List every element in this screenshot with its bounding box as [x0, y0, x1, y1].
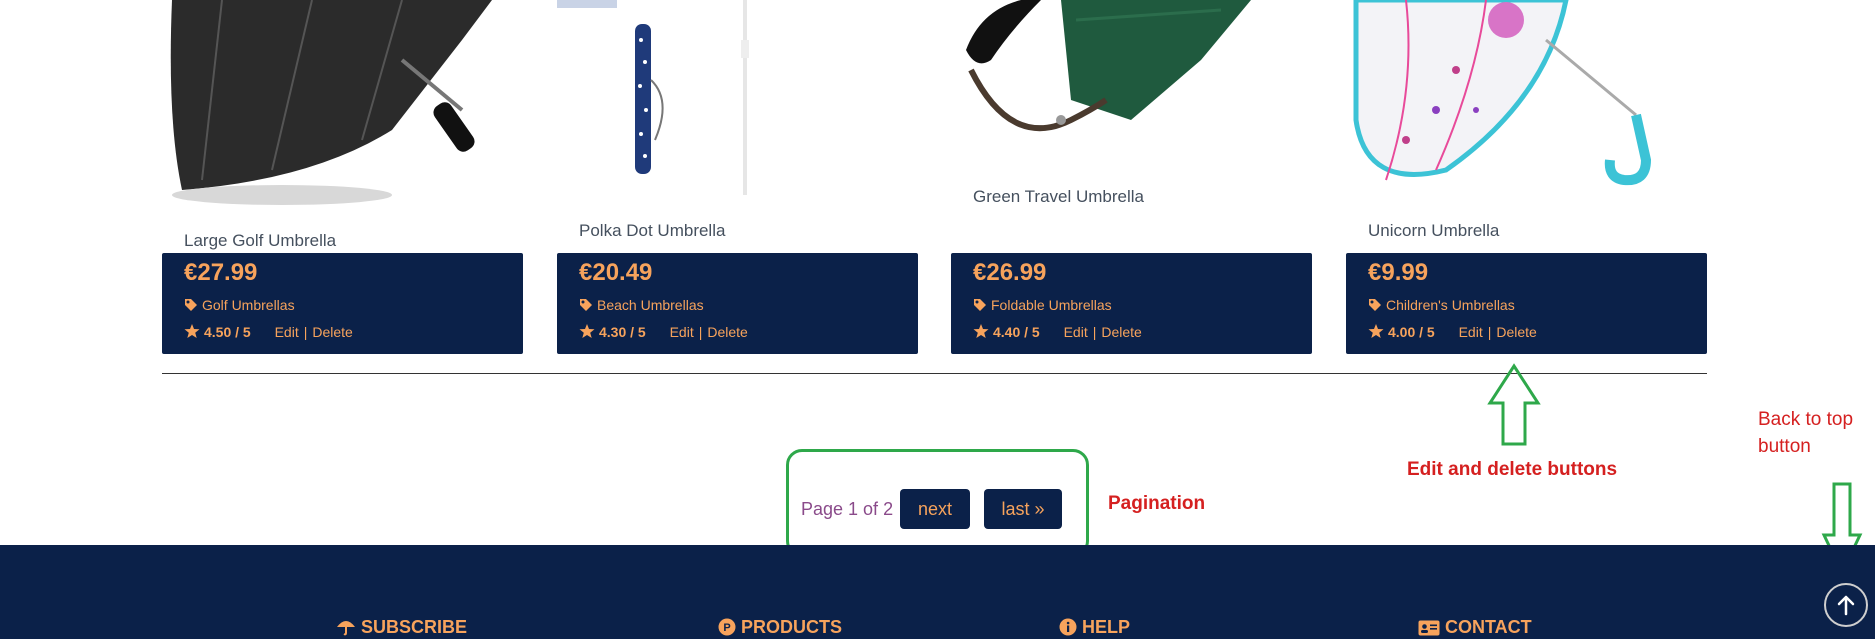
product-category[interactable]: Golf Umbrellas	[184, 297, 295, 313]
product-image[interactable]	[162, 0, 523, 210]
svg-text:P: P	[723, 622, 730, 634]
star-icon	[184, 324, 200, 338]
product-info-panel: €9.99 Children's Umbrellas 4.00 / 5 Edit…	[1346, 253, 1707, 354]
tag-icon	[185, 299, 197, 311]
product-name[interactable]: Polka Dot Umbrella	[579, 221, 725, 241]
product-image[interactable]	[557, 0, 918, 210]
annotation-back-to-top-line2: button	[1758, 436, 1811, 457]
rating-value: 4.40 / 5	[993, 324, 1040, 340]
product-category[interactable]: Foldable Umbrellas	[973, 297, 1112, 313]
annotation-pagination: Pagination	[1108, 493, 1206, 514]
edit-link[interactable]: Edit	[275, 324, 299, 340]
tag-icon	[580, 299, 592, 311]
tag-icon	[1369, 299, 1381, 311]
category-label: Children's Umbrellas	[1386, 297, 1515, 313]
footer-contact-label: CONTACT	[1445, 617, 1532, 637]
annotation-edit-delete: Edit and delete buttons	[1407, 459, 1618, 480]
star-icon	[973, 324, 989, 338]
star-icon	[1368, 324, 1384, 338]
product-category[interactable]: Children's Umbrellas	[1368, 297, 1515, 313]
footer-help[interactable]: HELP	[1059, 617, 1130, 638]
footer-products-label: PRODUCTS	[741, 617, 843, 637]
edit-link[interactable]: Edit	[1459, 324, 1483, 340]
link-separator: |	[698, 324, 703, 340]
footer-subscribe-label: SUBSCRIBE	[361, 617, 468, 637]
product-rating: 4.30 / 5 Edit | Delete	[579, 323, 748, 340]
delete-link[interactable]: Delete	[707, 324, 747, 340]
product-rating: 4.00 / 5 Edit | Delete	[1368, 323, 1537, 340]
link-separator: |	[303, 324, 308, 340]
edit-link[interactable]: Edit	[1064, 324, 1088, 340]
footer: SUBSCRIBE P PRODUCTS HELP CONTACT	[0, 545, 1875, 639]
category-label: Foldable Umbrellas	[991, 297, 1112, 313]
product-rating: 4.50 / 5 Edit | Delete	[184, 323, 353, 340]
product-image[interactable]	[951, 0, 1312, 210]
last-page-button[interactable]: last »	[984, 489, 1062, 529]
delete-link[interactable]: Delete	[1101, 324, 1141, 340]
info-circle-icon	[1059, 618, 1077, 636]
product-image[interactable]	[1346, 0, 1707, 210]
product-price: €27.99	[184, 259, 258, 286]
link-separator: |	[1487, 324, 1492, 340]
product-price: €26.99	[973, 259, 1047, 286]
star-icon	[579, 324, 595, 338]
annotation-arrow-up-icon	[1487, 363, 1541, 446]
footer-help-label: HELP	[1082, 617, 1131, 637]
product-circle-icon: P	[718, 618, 736, 636]
link-separator: |	[1092, 324, 1097, 340]
contact-card-icon	[1418, 620, 1440, 636]
product-info-panel: €26.99 Foldable Umbrellas 4.40 / 5 Edit |…	[951, 253, 1312, 354]
product-info-panel: €20.49 Beach Umbrellas 4.30 / 5 Edit | Del…	[557, 253, 918, 354]
umbrella-icon	[337, 621, 355, 636]
footer-products[interactable]: P PRODUCTS	[718, 617, 842, 638]
category-label: Beach Umbrellas	[597, 297, 704, 313]
product-info-panel: €27.99 Golf Umbrellas 4.50 / 5 Edit | Dele…	[162, 253, 523, 354]
section-divider	[162, 373, 1707, 374]
rating-value: 4.30 / 5	[599, 324, 646, 340]
arrow-up-icon	[1837, 595, 1855, 616]
product-name[interactable]: Green Travel Umbrella	[973, 187, 1144, 207]
edit-link[interactable]: Edit	[670, 324, 694, 340]
product-name[interactable]: Large Golf Umbrella	[184, 231, 336, 251]
footer-subscribe[interactable]: SUBSCRIBE	[336, 617, 467, 638]
back-to-top-button[interactable]	[1824, 583, 1868, 627]
footer-contact[interactable]: CONTACT	[1418, 617, 1532, 638]
product-price: €9.99	[1368, 259, 1429, 286]
page-info: Page 1 of 2	[801, 499, 894, 519]
product-category[interactable]: Beach Umbrellas	[579, 297, 704, 313]
tag-icon	[974, 299, 986, 311]
delete-link[interactable]: Delete	[1496, 324, 1536, 340]
delete-link[interactable]: Delete	[312, 324, 352, 340]
annotation-back-to-top-line1: Back to top	[1758, 409, 1854, 430]
rating-value: 4.00 / 5	[1388, 324, 1435, 340]
product-price: €20.49	[579, 259, 653, 286]
next-page-button[interactable]: next	[900, 489, 970, 529]
product-rating: 4.40 / 5 Edit | Delete	[973, 323, 1142, 340]
product-name[interactable]: Unicorn Umbrella	[1368, 221, 1499, 241]
annotation-back-to-top: Back to top button	[1758, 406, 1853, 460]
category-label: Golf Umbrellas	[202, 297, 295, 313]
rating-value: 4.50 / 5	[204, 324, 251, 340]
